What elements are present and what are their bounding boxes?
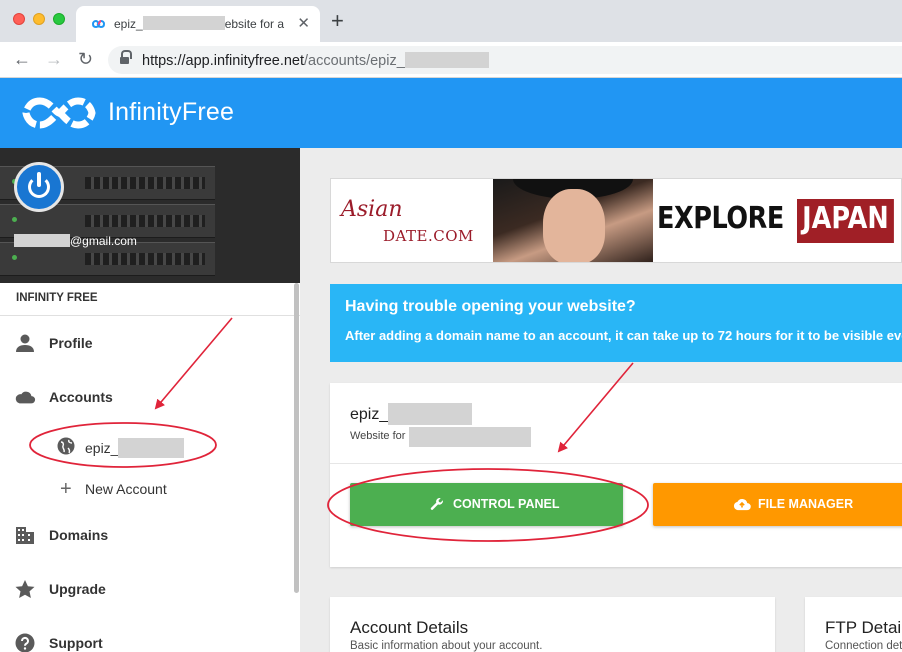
sidebar-item-upgrade[interactable]: Upgrade — [0, 569, 290, 609]
account-card: epiz_ Website for CONTROL PANEL FILE MAN… — [330, 383, 902, 567]
help-icon — [15, 633, 35, 652]
tab-title-prefix: epiz_ — [114, 17, 143, 31]
sidebar-item-support[interactable]: Support — [0, 623, 290, 652]
ad-headline-highlight: JAPAN — [797, 199, 894, 243]
sidebar-scrollbar[interactable] — [294, 283, 299, 593]
browser-tab-active[interactable]: epiz_ ebsite for a ✕ — [76, 6, 320, 42]
new-tab-icon[interactable]: + — [331, 10, 344, 32]
infinity-logo-icon[interactable] — [22, 94, 96, 132]
ad-banner[interactable]: Asian DATE.COM EXPLORE JAPAN — [330, 178, 902, 263]
control-panel-label: CONTROL PANEL — [453, 497, 560, 511]
sidebar-item-label: Support — [49, 635, 103, 651]
redacted-box — [388, 403, 473, 425]
browser-toolbar: ← → ↻ https://app.infinityfree.net/accou… — [0, 42, 902, 78]
wrench-icon — [430, 497, 443, 510]
notice-title: Having trouble opening your website? — [345, 298, 636, 315]
screenshot-root: epiz_ ebsite for a ✕ + ← → ↻ https://app.… — [0, 0, 902, 652]
person-icon — [16, 334, 34, 352]
star-icon — [15, 580, 35, 598]
user-email-suffix: @gmail.com — [70, 234, 137, 248]
sidebar-subitem-account[interactable]: epiz_ — [0, 428, 290, 464]
infinity-favicon-icon — [91, 19, 106, 29]
account-name: epiz_ — [350, 403, 473, 425]
ftp-details-subtitle: Connection details — [825, 640, 902, 652]
ad-logo-date: DATE.COM — [383, 227, 474, 245]
window-zoom-button[interactable] — [53, 13, 65, 25]
account-details-title: Account Details — [350, 618, 469, 637]
redacted-box — [118, 438, 185, 458]
url-path: /accounts/epiz_ — [304, 53, 405, 69]
tab-close-icon[interactable]: ✕ — [297, 14, 310, 32]
redacted-box — [14, 234, 70, 247]
account-entry-prefix: epiz_ — [85, 440, 119, 456]
sidebar-item-profile[interactable]: Profile — [0, 323, 290, 363]
redacted-box — [408, 427, 531, 447]
control-panel-button[interactable]: CONTROL PANEL — [350, 483, 623, 526]
redacted-box — [142, 16, 225, 30]
ftp-details-card: FTP Details Connection details — [805, 597, 902, 652]
main-content: Asian DATE.COM EXPLORE JAPAN Having trou… — [300, 148, 902, 652]
back-icon[interactable]: ← — [13, 49, 31, 69]
sidebar-item-label: Profile — [49, 335, 93, 351]
globe-icon — [57, 437, 75, 455]
account-details-subtitle: Basic information about your account. — [350, 640, 543, 652]
reload-icon[interactable]: ↻ — [78, 49, 93, 69]
site-header: InfinityFree — [0, 78, 902, 148]
file-manager-button-content: FILE MANAGER — [733, 497, 853, 511]
browser-tab-bar: epiz_ ebsite for a ✕ + — [0, 0, 902, 42]
ad-headline: EXPLORE — [657, 201, 784, 236]
url-text: https://app.infinityfree.net/accounts/ep… — [142, 52, 489, 69]
control-panel-button-content: CONTROL PANEL — [428, 497, 559, 511]
power-avatar-icon — [14, 162, 64, 212]
lock-icon — [120, 50, 132, 65]
sidebar-item-label: Upgrade — [49, 581, 106, 597]
sidebar-subitem-new-account[interactable]: + New Account — [0, 471, 290, 507]
tab-title: epiz_ ebsite for a — [114, 16, 284, 31]
ftp-details-title: FTP Details — [825, 618, 902, 637]
user-email: @gmail.com — [14, 234, 137, 248]
forward-icon[interactable]: → — [45, 49, 63, 69]
window-minimize-button[interactable] — [33, 13, 45, 25]
sidebar-section-label: INFINITY FREE — [16, 292, 98, 304]
sidebar-item-accounts[interactable]: Accounts — [0, 377, 290, 417]
notice-box: Having trouble opening your website? Aft… — [330, 284, 902, 362]
user-panel: @gmail.com — [0, 148, 300, 283]
plus-icon: + — [60, 478, 72, 500]
notice-body: After adding a domain name to an account… — [345, 328, 902, 343]
account-details-card: Account Details Basic information about … — [330, 597, 775, 652]
cloud-icon — [15, 391, 36, 404]
new-account-label: New Account — [85, 481, 167, 497]
file-manager-label: FILE MANAGER — [758, 497, 854, 511]
sidebar-item-label: Accounts — [49, 389, 113, 405]
cloud-upload-icon — [733, 498, 751, 511]
brand-name[interactable]: InfinityFree — [108, 98, 234, 127]
address-bar[interactable]: https://app.infinityfree.net/accounts/ep… — [108, 46, 902, 74]
sidebar: @gmail.com INFINITY FREE Profile Account… — [0, 148, 300, 652]
divider — [330, 463, 902, 464]
url-host: https://app.infinityfree.net — [142, 53, 305, 69]
redacted-box — [404, 52, 489, 68]
ad-logo-script: Asian — [341, 197, 403, 222]
window-close-button[interactable] — [13, 13, 25, 25]
ad-photo — [493, 179, 653, 262]
account-entry-label: epiz_ — [85, 438, 185, 458]
sidebar-item-label: Domains — [49, 527, 109, 543]
building-icon — [16, 527, 34, 544]
file-manager-button[interactable]: FILE MANAGER — [653, 483, 902, 526]
account-subtitle-text: Website for — [350, 430, 406, 442]
account-subtitle: Website for — [350, 427, 531, 447]
sidebar-item-domains[interactable]: Domains — [0, 515, 290, 555]
tab-title-suffix: ebsite for a — [224, 17, 285, 31]
ad-logo: Asian DATE.COM — [341, 197, 491, 247]
account-name-prefix: epiz_ — [350, 406, 389, 423]
divider — [0, 315, 300, 316]
